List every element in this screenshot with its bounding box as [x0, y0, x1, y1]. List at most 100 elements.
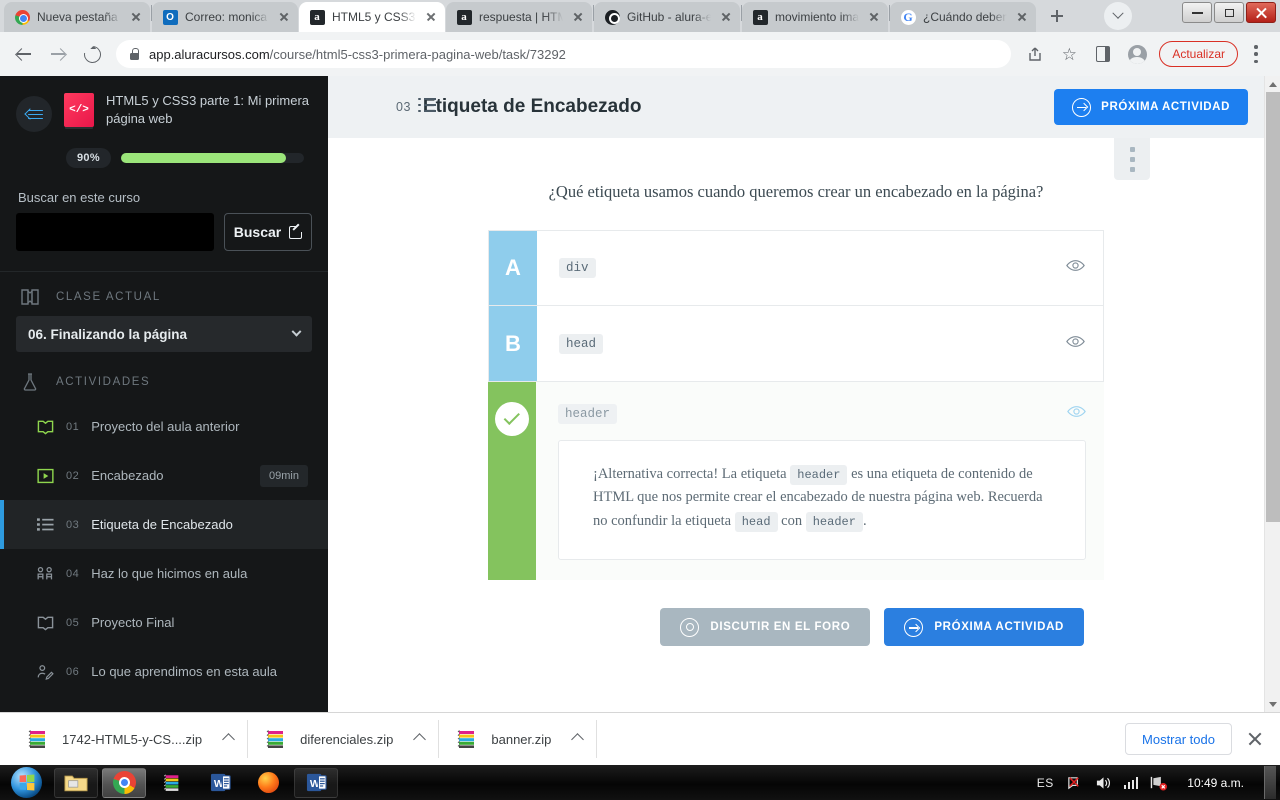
browser-tab[interactable]: Nueva pestaña [4, 2, 150, 32]
language-indicator[interactable]: ES [1037, 776, 1054, 790]
bookmark-button[interactable]: ☆ [1053, 38, 1085, 70]
scroll-up-button[interactable] [1265, 76, 1280, 92]
close-icon[interactable] [1014, 9, 1030, 25]
download-item[interactable]: banner.zip [439, 720, 598, 758]
course-title: HTML5 y CSS3 parte 1: Mi primera página … [106, 93, 310, 127]
browser-tab[interactable]: G ¿Cuándo deben [890, 2, 1036, 32]
eye-icon[interactable] [1066, 335, 1085, 353]
sidebar-activity-06[interactable]: 06 Lo que aprendimos en esta aula [16, 647, 312, 696]
search-input[interactable] [16, 213, 214, 251]
winrar-icon [163, 773, 179, 791]
update-button[interactable]: Actualizar [1159, 41, 1238, 67]
task-header: 03 Etiqueta de Encabezado PRÓXIMA ACTIVI… [328, 76, 1264, 138]
scroll-down-button[interactable] [1265, 696, 1280, 712]
sidebar-activity-02[interactable]: 02 Encabezado 09min [16, 451, 312, 500]
alura-icon: a [456, 9, 472, 25]
signal-bars-icon[interactable] [1123, 776, 1139, 789]
browser-tab[interactable]: Correo: monica [152, 2, 298, 32]
chevron-up-icon[interactable] [571, 732, 585, 746]
taskbar-winrar[interactable] [150, 768, 194, 798]
browser-tab-active[interactable]: a HTML5 y CSS3 p [299, 2, 445, 32]
eye-icon[interactable] [1066, 259, 1085, 277]
download-item[interactable]: 1742-HTML5-y-CS....zip [10, 720, 249, 758]
sidebar-activity-01[interactable]: 01 Proyecto del aula anterior [16, 402, 312, 451]
winrar-zip-icon [458, 730, 475, 748]
browser-tab[interactable]: a movimiento ima [742, 2, 888, 32]
close-icon[interactable] [866, 9, 882, 25]
reload-button[interactable] [76, 38, 108, 70]
task-options-button[interactable] [1114, 138, 1150, 180]
scrollbar-thumb[interactable] [1266, 92, 1280, 522]
star-icon: ☆ [1061, 44, 1077, 64]
close-download-bar-button[interactable] [1246, 730, 1264, 748]
close-icon[interactable] [718, 9, 734, 25]
close-window-button[interactable] [1246, 2, 1276, 23]
network-error-icon[interactable] [1066, 775, 1083, 791]
feedback-code-1: header [790, 465, 848, 485]
network-status-icon[interactable] [1150, 775, 1168, 791]
winrar-zip-icon [266, 730, 284, 748]
activity-number: 04 [66, 567, 80, 580]
close-icon[interactable] [276, 9, 292, 25]
show-all-downloads-button[interactable]: Mostrar todo [1125, 723, 1232, 755]
tab-search-button[interactable] [1104, 2, 1132, 30]
book-icon [36, 418, 54, 436]
current-class-section-header: CLASE ACTUAL [16, 272, 312, 316]
next-activity-bottom-button[interactable]: PRÓXIMA ACTIVIDAD [884, 608, 1084, 647]
taskbar-clock[interactable]: 10:49 a.m. [1179, 776, 1252, 790]
browser-tab[interactable]: GitHub - alura-e [594, 2, 740, 32]
start-button[interactable] [0, 766, 52, 799]
close-icon[interactable] [128, 9, 144, 25]
volume-icon[interactable] [1095, 775, 1112, 791]
collapse-sidebar-button[interactable] [16, 96, 52, 132]
taskbar-word-2[interactable]: W [294, 767, 338, 798]
close-icon[interactable] [423, 9, 439, 25]
close-icon[interactable] [570, 9, 586, 25]
show-desktop-button[interactable] [1264, 766, 1276, 799]
download-item[interactable]: diferenciales.zip [248, 720, 440, 758]
progress-track [120, 153, 304, 163]
taskbar-chrome[interactable] [102, 767, 146, 798]
minimize-button[interactable] [1182, 2, 1212, 23]
windows-taskbar: W W ES 10:49 a.m. [0, 765, 1280, 800]
eye-icon[interactable] [1067, 405, 1086, 423]
alternative-c-correct[interactable]: header ¡Alternativa correcta! La etiquet… [488, 382, 1104, 581]
sidebar-bottom: CLASE ACTUAL 06. Finalizando la página A… [0, 271, 328, 696]
browser-tab[interactable]: a respuesta | HTM [446, 2, 592, 32]
taskbar-word[interactable]: W [198, 768, 242, 798]
current-class-dropdown[interactable]: 06. Finalizando la página [16, 316, 312, 352]
next-activity-top-button[interactable]: PRÓXIMA ACTIVIDAD [1054, 89, 1248, 125]
side-panel-button[interactable] [1087, 38, 1119, 70]
chrome-menu-button[interactable] [1240, 38, 1272, 70]
video-icon [36, 467, 54, 485]
address-bar[interactable]: app.aluracursos.com/course/html5-css3-pr… [116, 40, 1012, 68]
explorer-icon [64, 775, 88, 791]
chevron-up-icon[interactable] [413, 732, 427, 746]
share-button[interactable] [1019, 38, 1051, 70]
back-button[interactable] [8, 38, 40, 70]
main-content: 03 Etiqueta de Encabezado PRÓXIMA ACTIVI… [328, 76, 1264, 712]
chevron-up-icon[interactable] [222, 732, 236, 746]
book-icon [21, 289, 39, 305]
profile-button[interactable] [1121, 38, 1153, 70]
sidebar-activity-04[interactable]: 04 Haz lo que hicimos en aula [16, 549, 312, 598]
page-title: Etiqueta de Encabezado [422, 96, 642, 117]
next-activity-top-label: PRÓXIMA ACTIVIDAD [1101, 101, 1230, 113]
download-bar-actions: Mostrar todo [1125, 723, 1270, 755]
avatar-icon [1127, 44, 1147, 64]
alternative-b[interactable]: B head [488, 306, 1104, 382]
alternative-code: head [559, 333, 604, 354]
forum-button[interactable]: DISCUTIR EN EL FORO [660, 608, 871, 647]
taskbar-explorer[interactable] [54, 767, 98, 798]
sidebar-activity-05[interactable]: 05 Proyecto Final [16, 598, 312, 647]
task-list-icon[interactable] [418, 97, 436, 113]
progress-fill [120, 153, 286, 163]
sidebar-activity-03[interactable]: 03 Etiqueta de Encabezado [0, 500, 328, 549]
alternative-a[interactable]: A div [488, 230, 1104, 306]
forward-button[interactable] [42, 38, 74, 70]
vertical-scrollbar[interactable] [1264, 76, 1280, 712]
maximize-button[interactable] [1214, 2, 1244, 23]
search-button[interactable]: Buscar [224, 213, 312, 251]
taskbar-firefox[interactable] [246, 768, 290, 798]
new-tab-button[interactable] [1043, 2, 1071, 30]
